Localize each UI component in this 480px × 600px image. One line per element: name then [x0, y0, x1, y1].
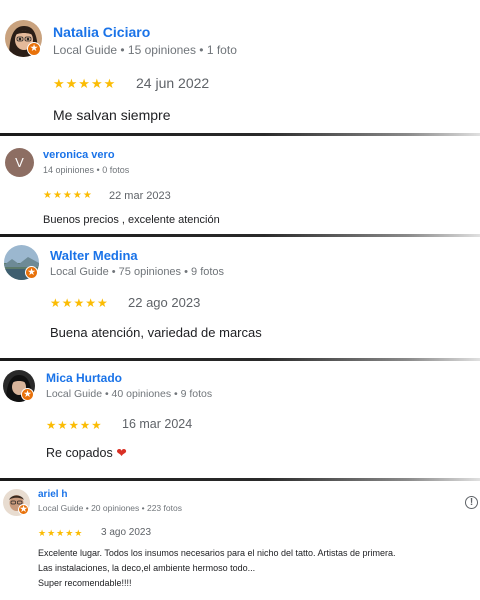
review-text: Buena atención, variedad de marcas: [50, 325, 262, 340]
review-text-line: Super recomendable!!!!: [38, 578, 132, 588]
review-card: V veronica vero 14 opiniones • 0 fotos ★…: [0, 136, 480, 234]
rating-stars: ★★★★★: [38, 528, 84, 538]
reviewer-name[interactable]: veronica vero: [43, 149, 115, 161]
reviewer-name[interactable]: ariel h: [38, 489, 67, 500]
local-guide-badge-icon: [27, 42, 41, 56]
reviewer-meta: 14 opiniones • 0 fotos: [43, 165, 130, 175]
reviewer-meta: Local Guide • 15 opiniones • 1 foto: [53, 43, 237, 57]
review-card: Walter Medina Local Guide • 75 opiniones…: [0, 237, 480, 358]
review-text: Me salvan siempre: [53, 107, 171, 123]
review-date: 3 ago 2023: [101, 527, 152, 538]
review-date: 24 jun 2022: [136, 75, 210, 91]
review-date: 16 mar 2024: [122, 417, 193, 431]
reviewer-name[interactable]: Walter Medina: [50, 248, 138, 263]
review-text: Re copados ❤: [46, 445, 127, 460]
avatar-letter: V: [15, 155, 24, 170]
review-card: ariel h Local Guide • 20 opiniones • 223…: [0, 481, 480, 600]
rating-stars: ★★★★★: [43, 190, 93, 201]
review-text: Buenos precios , excelente atención: [43, 214, 220, 226]
info-icon[interactable]: !: [465, 496, 478, 509]
reviewer-meta: Local Guide • 75 opiniones • 9 fotos: [50, 266, 225, 278]
rating-stars: ★★★★★: [46, 420, 103, 432]
review-card: Mica Hurtado Local Guide • 40 opiniones …: [0, 361, 480, 478]
review-date: 22 ago 2023: [128, 295, 201, 310]
review-card: Natalia Ciciaro Local Guide • 15 opinion…: [0, 0, 480, 133]
review-text-line: Excelente lugar. Todos los insumos neces…: [38, 548, 396, 558]
reviewer-name[interactable]: Mica Hurtado: [46, 371, 122, 385]
rating-stars: ★★★★★: [53, 76, 117, 91]
rating-stars: ★★★★★: [50, 296, 109, 310]
avatar[interactable]: V: [5, 148, 34, 177]
review-text-body: Re copados: [46, 446, 113, 460]
local-guide-badge-icon: [18, 504, 29, 515]
review-date: 22 mar 2023: [109, 190, 171, 202]
review-text-line: Las instalaciones, la deco,el ambiente h…: [38, 563, 256, 573]
local-guide-badge-icon: [21, 388, 34, 401]
reviewer-name[interactable]: Natalia Ciciaro: [53, 24, 150, 40]
heart-icon: ❤: [116, 446, 127, 460]
local-guide-badge-icon: [25, 266, 38, 279]
reviewer-meta: Local Guide • 40 opiniones • 9 fotos: [46, 388, 213, 400]
reviewer-meta: Local Guide • 20 opiniones • 223 fotos: [38, 503, 182, 513]
